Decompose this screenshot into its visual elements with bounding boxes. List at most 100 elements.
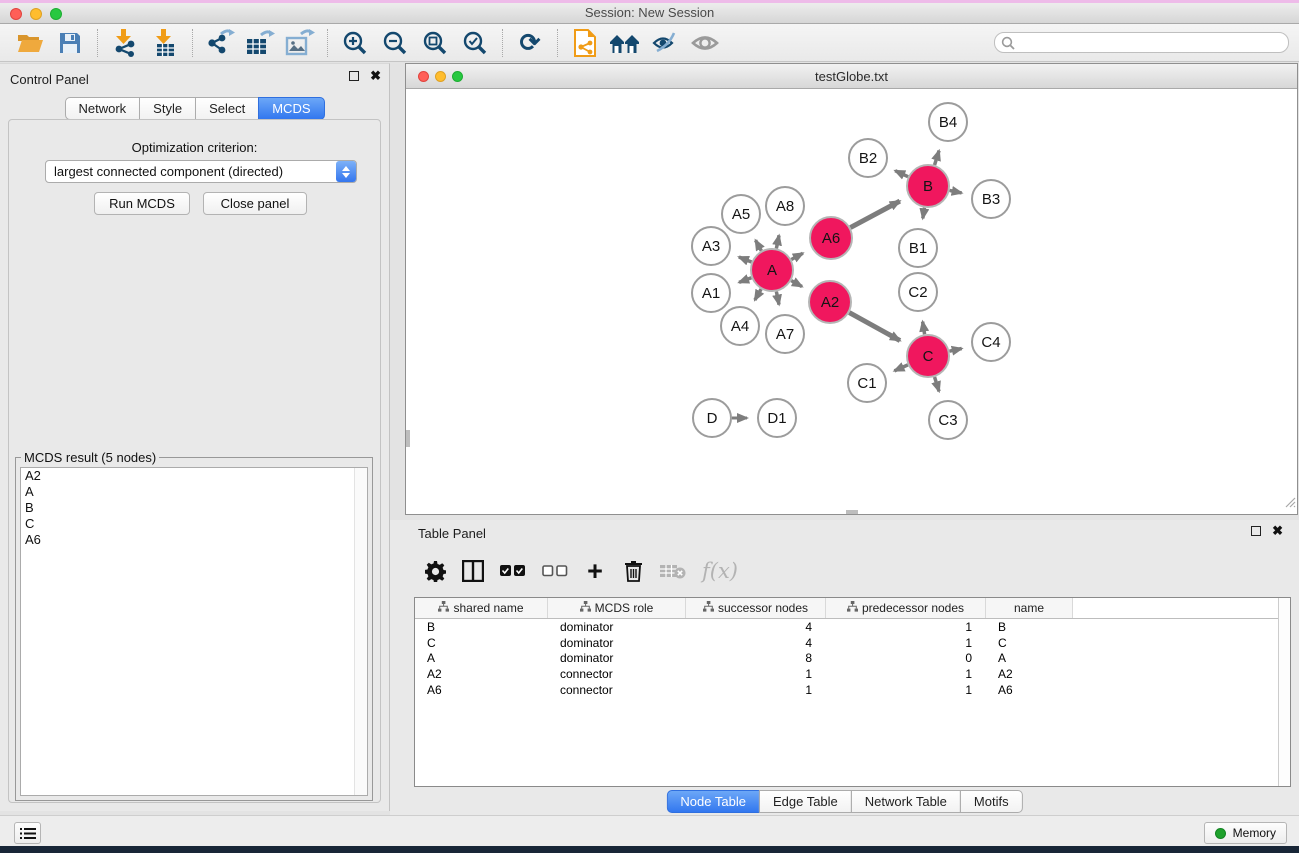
graph-node-B3[interactable]: B3	[972, 180, 1010, 218]
graph-edge-A-A5	[756, 240, 762, 251]
tab-edge-table[interactable]: Edge Table	[759, 790, 852, 813]
export-network-icon[interactable]	[200, 27, 240, 59]
zoom-out-icon[interactable]	[375, 27, 415, 59]
table-float-panel-icon[interactable]	[1251, 526, 1261, 536]
graph-node-A3[interactable]: A3	[692, 227, 730, 265]
graph-node-A8[interactable]: A8	[766, 187, 804, 225]
search-field[interactable]	[994, 32, 1289, 53]
column-header-mcds-role[interactable]: MCDS role	[548, 598, 686, 618]
graph-node-A5[interactable]: A5	[722, 195, 760, 233]
hide-graphics-details-icon[interactable]	[645, 27, 685, 59]
graph-node-B2[interactable]: B2	[849, 139, 887, 177]
delete-table-icon[interactable]	[660, 558, 686, 584]
table-settings-gear-icon[interactable]	[424, 558, 446, 584]
tab-mcds[interactable]: MCDS	[258, 97, 324, 120]
close-panel-button[interactable]: Close panel	[203, 192, 307, 215]
delete-column-trash-icon[interactable]	[622, 558, 644, 584]
graph-node-C4[interactable]: C4	[972, 323, 1010, 361]
zoom-in-icon[interactable]	[335, 27, 375, 59]
open-file-icon[interactable]	[10, 27, 50, 59]
dock-strip	[0, 846, 1299, 853]
horizontal-scroll-thumb[interactable]	[846, 510, 858, 514]
graph-node-A6[interactable]: A6	[810, 217, 852, 259]
import-network-icon[interactable]	[105, 27, 145, 59]
network-graph: A A6 A2 B C A5 A8 A3 A1A4 A7 B4 B2 B3 B1 C2 C4 C1 C3 D D1	[406, 89, 1297, 514]
graph-node-B4[interactable]: B4	[929, 103, 967, 141]
show-columns-icon[interactable]	[462, 558, 484, 584]
tab-style[interactable]: Style	[139, 97, 196, 120]
table-row[interactable]: A2connector11A2	[415, 666, 1290, 682]
column-header-successor-nodes[interactable]: successor nodes	[686, 598, 826, 618]
graph-node-D1[interactable]: D1	[758, 399, 796, 437]
import-table-icon[interactable]	[145, 27, 185, 59]
graph-node-C2[interactable]: C2	[899, 273, 937, 311]
zoom-fit-icon[interactable]	[415, 27, 455, 59]
table-body: Bdominator41BCdominator41CAdominator80AA…	[415, 619, 1290, 697]
mcds-result-item[interactable]: B	[21, 500, 367, 516]
unselect-all-columns-icon[interactable]	[542, 558, 568, 584]
svg-text:A5: A5	[732, 206, 750, 223]
zoom-selected-icon[interactable]	[455, 27, 495, 59]
result-list-scrollbar[interactable]	[354, 468, 367, 795]
float-panel-icon[interactable]	[349, 71, 359, 81]
tab-select[interactable]: Select	[195, 97, 259, 120]
svg-text:A7: A7	[776, 326, 794, 343]
criterion-dropdown[interactable]: largest connected component (directed)	[45, 160, 357, 183]
graph-edge-A-A4	[755, 289, 761, 300]
table-row[interactable]: A6connector11A6	[415, 682, 1290, 698]
new-network-from-file-icon[interactable]	[565, 27, 605, 59]
graph-node-A7[interactable]: A7	[766, 315, 804, 353]
tab-network[interactable]: Network	[64, 97, 140, 120]
refresh-icon[interactable]: ⟳	[510, 27, 550, 59]
show-graphics-details-icon[interactable]	[685, 27, 725, 59]
first-neighbors-icon[interactable]	[605, 27, 645, 59]
graph-node-A4[interactable]: A4	[721, 307, 759, 345]
mcds-result-item[interactable]: A2	[21, 468, 367, 484]
run-mcds-button[interactable]: Run MCDS	[94, 192, 190, 215]
export-table-icon[interactable]	[240, 27, 280, 59]
show-panels-list-button[interactable]	[14, 822, 41, 844]
graph-node-A2[interactable]: A2	[809, 281, 851, 323]
create-column-icon[interactable]: +	[584, 558, 606, 584]
tab-node-table[interactable]: Node Table	[666, 790, 760, 813]
table-row[interactable]: Cdominator41C	[415, 635, 1290, 651]
node-table: shared nameMCDS rolesuccessor nodesprede…	[414, 597, 1291, 787]
network-window-titlebar[interactable]: testGlobe.txt	[406, 64, 1297, 89]
graph-node-A1[interactable]: A1	[692, 274, 730, 312]
graph-edge-A2-C	[849, 313, 900, 341]
graph-node-B[interactable]: B	[907, 165, 949, 207]
table-scrollbar[interactable]	[1278, 598, 1290, 786]
list-icon	[20, 827, 36, 840]
mcds-result-item[interactable]: A	[21, 484, 367, 500]
column-header-predecessor-nodes[interactable]: predecessor nodes	[826, 598, 986, 618]
graph-edge-A-A7	[776, 292, 779, 305]
mcds-result-item[interactable]: C	[21, 516, 367, 532]
graph-node-C[interactable]: C	[907, 335, 949, 377]
graph-node-D[interactable]: D	[693, 399, 731, 437]
select-all-columns-icon[interactable]	[500, 558, 526, 584]
memory-button[interactable]: Memory	[1204, 822, 1287, 844]
column-header-shared-name[interactable]: shared name	[415, 598, 548, 618]
search-input[interactable]	[1015, 36, 1288, 50]
table-row[interactable]: Bdominator41B	[415, 619, 1290, 635]
tab-network-table[interactable]: Network Table	[851, 790, 961, 813]
resize-grip-icon[interactable]	[1282, 494, 1296, 513]
network-canvas[interactable]: A A6 A2 B C A5 A8 A3 A1A4 A7 B4 B2 B3 B1 C2 C4 C1 C3 D D1	[406, 89, 1297, 514]
graph-node-B1[interactable]: B1	[899, 229, 937, 267]
tab-motifs[interactable]: Motifs	[960, 790, 1023, 813]
mcds-result-item[interactable]: A6	[21, 532, 367, 548]
mcds-result-list[interactable]: A2ABCA6	[20, 467, 368, 796]
control-panel-tabs: NetworkStyleSelectMCDS	[64, 97, 324, 120]
table-row[interactable]: Adominator80A	[415, 650, 1290, 666]
close-panel-icon[interactable]: ✖	[370, 71, 381, 81]
column-header-name[interactable]: name	[986, 598, 1073, 618]
graph-node-C3[interactable]: C3	[929, 401, 967, 439]
vertical-scroll-thumb[interactable]	[406, 430, 410, 447]
export-image-icon[interactable]	[280, 27, 320, 59]
function-builder-icon[interactable]: f(x)	[702, 558, 738, 584]
table-close-panel-icon[interactable]: ✖	[1272, 526, 1283, 536]
graph-node-A[interactable]: A	[751, 249, 793, 291]
save-icon[interactable]	[50, 27, 90, 59]
column-hierarchy-icon	[703, 601, 714, 615]
graph-node-C1[interactable]: C1	[848, 364, 886, 402]
